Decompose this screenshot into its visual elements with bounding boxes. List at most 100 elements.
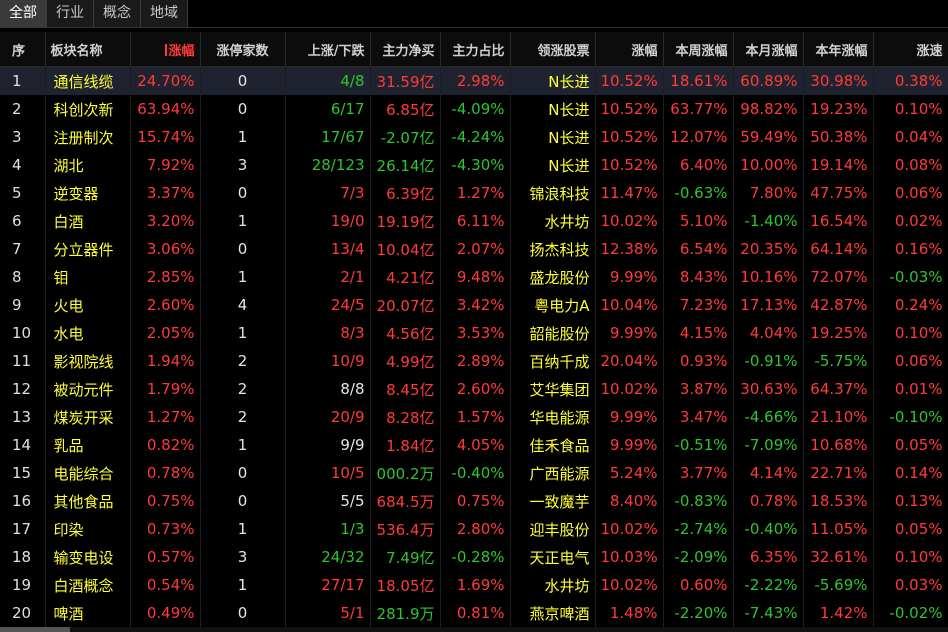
cell-ratio: 6.11% [440, 207, 511, 235]
tab-3[interactable]: 地域 [141, 0, 188, 27]
tab-0[interactable]: 全部 [0, 0, 47, 27]
cell-year-change: 50.38% [803, 123, 874, 151]
cell-week-change: 4.15% [663, 319, 734, 347]
cell-speed: 0.24% [873, 291, 948, 319]
col-header-month[interactable]: 本月涨幅 [733, 32, 804, 67]
horizontal-scrollbar[interactable] [0, 627, 948, 632]
col-header-ratio[interactable]: 主力占比 [440, 32, 511, 67]
cell-limit-up: 0 [200, 179, 286, 207]
cell-leader-change: 12.38% [595, 235, 664, 263]
cell-name: 火电 [45, 291, 131, 319]
cell-leader-change: 10.02% [595, 571, 664, 599]
cell-change: 7.92% [130, 151, 201, 179]
table-row[interactable]: 2 科创次新 63.94% 0 6/17 6.85亿 -4.09% N长进 10.52% 63.7… [0, 95, 948, 123]
cell-year-change: 22.71% [803, 459, 874, 487]
cell-updown: 24/32 [285, 543, 371, 571]
cell-index: 19 [0, 571, 46, 599]
col-header-speed[interactable]: 涨速 [873, 32, 948, 67]
cell-leader: 百纳千成 [510, 347, 596, 375]
cell-netflow: 20.07亿 [370, 291, 441, 319]
table-row[interactable]: 5 逆变器 3.37% 0 7/3 6.39亿 1.27% 锦浪科技 11.47% -0.63% 7… [0, 179, 948, 207]
cell-index: 18 [0, 543, 46, 571]
cell-leader: 华电能源 [510, 403, 596, 431]
cell-speed: 0.13% [873, 487, 948, 515]
table-row[interactable]: 17 印染 0.73% 1 1/3 536.4万 2.80% 迎丰股份 10.02% -2.74%… [0, 515, 948, 543]
cell-updown: 6/17 [285, 95, 371, 123]
table-row[interactable]: 14 乳品 0.82% 1 9/9 1.84亿 4.05% 佳禾食品 9.99% -0.51% -7… [0, 431, 948, 459]
cell-name: 乳品 [45, 431, 131, 459]
table-row[interactable]: 10 水电 2.05% 1 8/3 4.56亿 3.53% 韶能股份 9.99% 4.15% 4.0… [0, 319, 948, 347]
cell-name: 电能综合 [45, 459, 131, 487]
cell-month-change: 4.04% [733, 319, 804, 347]
cell-updown: 2/1 [285, 263, 371, 291]
table-row[interactable]: 16 其他食品 0.75% 0 5/5 684.5万 0.75% 一致魔芋 8.40% -0.83… [0, 487, 948, 515]
cell-leader-change: 9.99% [595, 263, 664, 291]
cell-ratio: 0.81% [440, 599, 511, 627]
cell-updown: 8/8 [285, 375, 371, 403]
cell-leader: 一致魔芋 [510, 487, 596, 515]
cell-year-change: 16.54% [803, 207, 874, 235]
cell-index: 16 [0, 487, 46, 515]
col-header-index[interactable]: 序 [0, 32, 46, 67]
cell-week-change: -2.74% [663, 515, 734, 543]
col-header-netflow[interactable]: 主力净买 [370, 32, 441, 67]
col-header-leader[interactable]: 领涨股票 [510, 32, 596, 67]
cell-index: 13 [0, 403, 46, 431]
table-row[interactable]: 6 白酒 3.20% 1 19/0 19.19亿 6.11% 水井坊 10.02% 5.10% -1… [0, 207, 948, 235]
table-row[interactable]: 13 煤炭开采 1.27% 2 20/9 8.28亿 1.57% 华电能源 9.99% 3.47%… [0, 403, 948, 431]
col-header-limit-up[interactable]: 涨停家数 [200, 32, 286, 67]
cell-limit-up: 1 [200, 123, 286, 151]
table-row[interactable]: 3 注册制次 15.74% 1 17/67 -2.07亿 -4.24% N长进 10.52% 12… [0, 123, 948, 151]
cell-name: 科创次新 [45, 95, 131, 123]
table-row[interactable]: 18 输变电设 0.57% 3 24/32 7.49亿 -0.28% 天正电气 10.03% -2… [0, 543, 948, 571]
col-header-updown[interactable]: 上涨/下跌 [285, 32, 371, 67]
col-header-leader-change[interactable]: 涨幅 [595, 32, 664, 67]
cell-index: 6 [0, 207, 46, 235]
cell-month-change: 30.63% [733, 375, 804, 403]
cell-week-change: -2.20% [663, 599, 734, 627]
cell-month-change: 0.78% [733, 487, 804, 515]
header-row: 序 板块名称 涨幅 涨停家数 上涨/下跌 主力净买 主力占比 领涨股票 涨幅 本… [0, 32, 948, 67]
table-row[interactable]: 4 湖北 7.92% 3 28/123 26.14亿 -4.30% N长进 10.52% 6.40… [0, 151, 948, 179]
table-row[interactable]: 12 被动元件 1.79% 2 8/8 8.45亿 2.60% 艾华集团 10.02% 3.87%… [0, 375, 948, 403]
table-row[interactable]: 11 影视院线 1.94% 2 10/9 4.99亿 2.89% 百纳千成 20.04% 0.93… [0, 347, 948, 375]
cell-netflow: 7.49亿 [370, 543, 441, 571]
cell-limit-up: 0 [200, 487, 286, 515]
cell-index: 4 [0, 151, 46, 179]
col-header-name[interactable]: 板块名称 [45, 32, 131, 67]
cell-limit-up: 1 [200, 263, 286, 291]
table-row[interactable]: 15 电能综合 0.78% 0 10/5 000.2万 -0.40% 广西能源 5.24% 3.7… [0, 459, 948, 487]
cell-index: 12 [0, 375, 46, 403]
cell-index: 14 [0, 431, 46, 459]
col-header-week[interactable]: 本周涨幅 [663, 32, 734, 67]
cell-week-change: 18.61% [663, 66, 734, 95]
table-row[interactable]: 20 啤酒 0.49% 0 5/1 281.9万 0.81% 燕京啤酒 1.48% -2.20% -… [0, 599, 948, 627]
cell-speed: 0.06% [873, 347, 948, 375]
table-row[interactable]: 9 火电 2.60% 4 24/5 20.07亿 3.42% 粤电力A 10.04% 7.23% 1… [0, 291, 948, 319]
cell-ratio: -4.09% [440, 95, 511, 123]
cell-week-change: 6.54% [663, 235, 734, 263]
col-header-year[interactable]: 本年涨幅 [803, 32, 874, 67]
cell-year-change: 10.68% [803, 431, 874, 459]
table-row[interactable]: 19 白酒概念 0.54% 1 27/17 18.05亿 1.69% 水井坊 10.02% 0.6… [0, 571, 948, 599]
scrollbar-thumb[interactable] [0, 627, 70, 632]
table-row[interactable]: 1 通信线缆 24.70% 0 4/8 31.59亿 2.98% N长进 10.52% 18.61… [0, 66, 948, 95]
cell-month-change: 7.80% [733, 179, 804, 207]
table-row[interactable]: 8 钼 2.85% 1 2/1 4.21亿 9.48% 盛龙股份 9.99% 8.43% 10.16… [0, 263, 948, 291]
cell-week-change: 12.07% [663, 123, 734, 151]
cell-ratio: 1.57% [440, 403, 511, 431]
cell-netflow: 6.39亿 [370, 179, 441, 207]
cell-name: 湖北 [45, 151, 131, 179]
cell-change: 1.79% [130, 375, 201, 403]
cell-month-change: -0.40% [733, 515, 804, 543]
cell-netflow: 26.14亿 [370, 151, 441, 179]
col-header-change[interactable]: 涨幅 [130, 32, 201, 67]
table-row[interactable]: 7 分立器件 3.06% 0 13/4 10.04亿 2.07% 扬杰科技 12.38% 6.54… [0, 235, 948, 263]
cell-netflow: 6.85亿 [370, 95, 441, 123]
cell-netflow: 4.99亿 [370, 347, 441, 375]
tab-2[interactable]: 概念 [94, 0, 141, 27]
cell-week-change: -2.09% [663, 543, 734, 571]
tab-1[interactable]: 行业 [47, 0, 94, 27]
cell-week-change: -0.51% [663, 431, 734, 459]
cell-speed: 0.38% [873, 66, 948, 95]
